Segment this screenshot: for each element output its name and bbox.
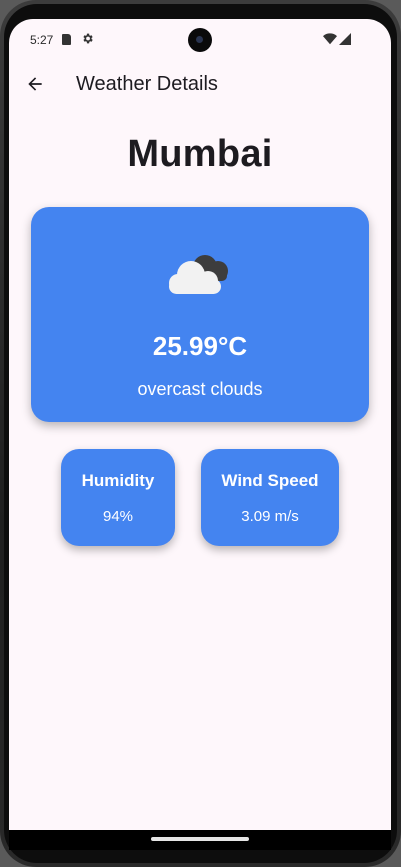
humidity-value: 94% <box>102 508 134 525</box>
navigation-bar <box>9 830 391 850</box>
gear-icon <box>83 33 93 44</box>
humidity-card: Humidity 94% <box>61 449 175 546</box>
humidity-label: Humidity <box>81 471 155 490</box>
back-button[interactable] <box>23 72 47 96</box>
city-name: Mumbai <box>127 133 273 175</box>
temperature: 25.99°C <box>152 331 248 361</box>
wind-speed-value: 3.09 m/s <box>241 508 299 525</box>
phone-frame: 5:27 Weather Details Mumbai 25.99°C over… <box>0 0 401 867</box>
page-title: Weather Details <box>76 73 218 95</box>
front-camera <box>188 28 212 52</box>
status-bar: 5:27 <box>9 19 391 59</box>
wind-speed-label: Wind Speed <box>221 471 319 490</box>
sd-card-icon <box>62 34 71 45</box>
status-time: 5:27 <box>30 33 54 47</box>
signal-icon <box>339 33 351 45</box>
app-bar: Weather Details <box>9 59 391 111</box>
arrow-left-icon <box>28 77 42 91</box>
weather-description: overcast clouds <box>137 379 263 399</box>
wind-speed-card: Wind Speed 3.09 m/s <box>201 449 339 546</box>
cloud-icon <box>169 255 228 294</box>
home-gesture-handle[interactable] <box>151 837 249 841</box>
weather-card: 25.99°C overcast clouds <box>31 207 369 422</box>
screen: 5:27 Weather Details Mumbai 25.99°C over… <box>9 19 391 830</box>
wifi-icon <box>323 33 337 45</box>
